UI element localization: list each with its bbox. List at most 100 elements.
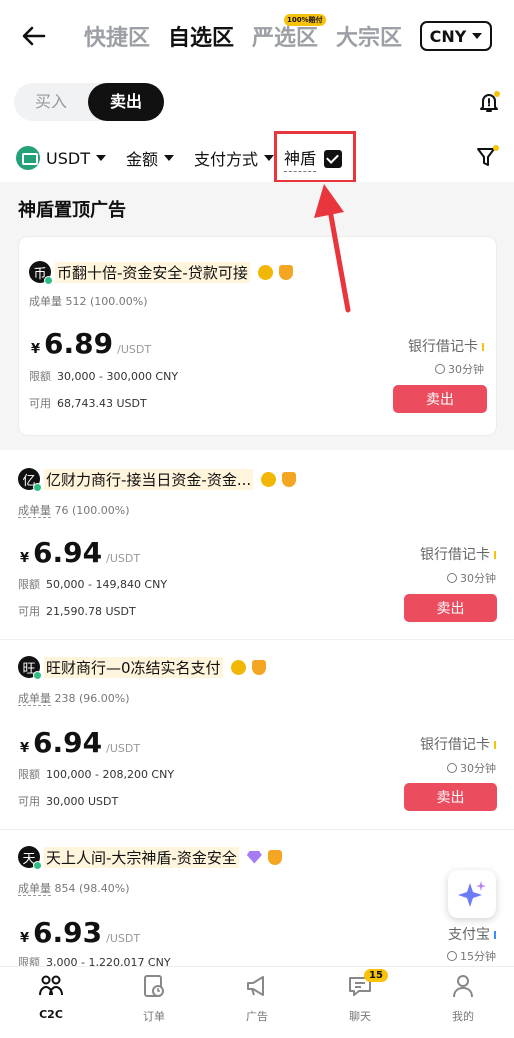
avatar: 币 xyxy=(29,261,53,285)
c2c-icon xyxy=(39,975,63,996)
unread-badge: 15 xyxy=(364,969,388,982)
stats-value: 238 (96.00%) xyxy=(54,692,130,705)
ai-assistant-button[interactable] xyxy=(448,870,496,918)
sell-button[interactable]: 卖出 xyxy=(404,783,497,811)
currency-selector[interactable]: CNY xyxy=(420,21,492,51)
limit-row: 限额 100,000 - 208,200 CNY xyxy=(18,766,174,782)
order-stats: 成单量 854 (98.40%) xyxy=(18,880,130,896)
price-unit: /USDT xyxy=(106,552,141,565)
tab-strict[interactable]: 严选区 100%赔付 xyxy=(252,14,326,52)
top-bar: 快捷区 自选区 严选区 100%赔付 大宗区 CNY xyxy=(0,0,514,72)
merchant-name: 币翻十倍-资金安全-贷款可接 xyxy=(55,261,250,283)
funnel-filter-icon[interactable] xyxy=(474,144,500,170)
order-icon xyxy=(144,975,164,997)
avatar: 旺 xyxy=(18,656,42,680)
tab-bulk[interactable]: 大宗区 xyxy=(336,20,402,52)
shield-badge-icon xyxy=(282,471,297,487)
tab-strict-label: 严选区 xyxy=(252,26,319,51)
available-value: 30,000 USDT xyxy=(46,795,119,808)
merchant-row[interactable]: 亿 亿财力商行-接当日资金-资金... xyxy=(18,468,297,492)
stats-label: 成单量 xyxy=(18,504,51,518)
amount-filter[interactable]: 金额 xyxy=(126,146,174,170)
payment-time-value: 30分钟 xyxy=(448,363,484,376)
limit-row: 限额 30,000 - 300,000 CNY xyxy=(29,368,178,384)
shield-filter[interactable]: 神盾 xyxy=(284,145,343,172)
currency-symbol: ¥ xyxy=(20,931,30,946)
currency-symbol: ¥ xyxy=(20,551,30,566)
tab-selected[interactable]: 自选区 xyxy=(168,20,234,52)
merchant-row[interactable]: 币 币翻十倍-资金安全-贷款可接 xyxy=(29,261,293,285)
available-value: 21,590.78 USDT xyxy=(46,605,136,618)
profile-icon xyxy=(453,975,473,998)
nav-ads[interactable]: 广告 xyxy=(217,973,297,1024)
payment-color-bar xyxy=(482,343,484,351)
ad-card[interactable]: 旺 旺财商行—0冻结实名支付 成单量 238 (96.00%) ¥ 6.94 /… xyxy=(0,640,514,828)
order-stats: 成单量 76 (100.00%) xyxy=(18,502,130,518)
merchant-row[interactable]: 旺 旺财商行—0冻结实名支付 xyxy=(18,656,266,680)
payment-method-label: 银行借记卡 xyxy=(408,339,478,355)
stats-value: 854 (98.40%) xyxy=(54,882,130,895)
caret-down-icon xyxy=(472,33,483,39)
nav-label: 我的 xyxy=(452,1010,474,1023)
payment-time-value: 30分钟 xyxy=(460,572,496,585)
payment-filter[interactable]: 支付方式 xyxy=(194,146,274,170)
nav-profile[interactable]: 我的 xyxy=(423,973,503,1024)
payment-time-value: 15分钟 xyxy=(460,950,496,963)
price-value: 6.89 xyxy=(44,327,114,360)
coin-filter[interactable]: USDT xyxy=(16,146,106,170)
tab-quick[interactable]: 快捷区 xyxy=(84,20,150,52)
limit-value: 3,000 - 1,220,017 CNY xyxy=(46,956,171,966)
nav-orders[interactable]: 订单 xyxy=(114,973,194,1024)
payment-label: 支付方式 xyxy=(193,150,258,169)
payment-color-bar xyxy=(494,551,496,559)
nav-label: 广告 xyxy=(246,1010,268,1023)
limit-label: 限额 xyxy=(29,370,51,383)
currency-symbol: ¥ xyxy=(31,342,41,357)
online-dot xyxy=(33,861,42,870)
online-dot xyxy=(33,671,42,680)
clock-icon xyxy=(447,763,457,773)
sell-option[interactable]: 卖出 xyxy=(88,83,164,121)
clock-icon xyxy=(447,573,457,583)
payment-time: 15分钟 xyxy=(447,948,496,964)
ad-card[interactable]: 亿 亿财力商行-接当日资金-资金... 成单量 76 (100.00%) ¥ 6… xyxy=(0,450,514,638)
back-arrow-icon[interactable] xyxy=(20,22,48,50)
payment-method: 银行借记卡 xyxy=(420,734,496,754)
available-value: 68,743.43 USDT xyxy=(57,397,147,410)
zone-tabs: 快捷区 自选区 严选区 100%赔付 大宗区 xyxy=(84,14,402,52)
clock-icon xyxy=(447,951,457,961)
ad-card[interactable]: 天 天上人间-大宗神盾-资金安全 成单量 854 (98.40%) ¥ 6.93… xyxy=(0,830,514,966)
nav-label: 聊天 xyxy=(349,1010,371,1023)
stats-label: 成单量 xyxy=(29,295,62,308)
annotation-arrow xyxy=(314,184,351,313)
payment-time: 30分钟 xyxy=(447,760,496,776)
currency-symbol: ¥ xyxy=(20,741,30,756)
payment-time: 30分钟 xyxy=(435,361,484,377)
nav-label: 订单 xyxy=(143,1010,165,1023)
featured-ad-card[interactable]: 币 币翻十倍-资金安全-贷款可接 成单量 512 (100.00%) ¥ 6.8… xyxy=(18,236,497,436)
available-row: 可用 21,590.78 USDT xyxy=(18,603,136,619)
bell-icon[interactable] xyxy=(477,90,501,114)
sparkle-icon xyxy=(458,881,486,907)
limit-label: 限额 xyxy=(18,956,40,966)
merchant-row[interactable]: 天 天上人间-大宗神盾-资金安全 xyxy=(18,846,282,870)
sell-button[interactable]: 卖出 xyxy=(393,385,487,413)
nav-chat[interactable]: 15 聊天 xyxy=(320,969,400,1024)
merchant-name: 天上人间-大宗神盾-资金安全 xyxy=(44,846,239,868)
currency-label: CNY xyxy=(429,26,467,46)
online-dot xyxy=(44,276,53,285)
compensation-badge: 100%赔付 xyxy=(284,14,326,26)
limit-row: 限额 3,000 - 1,220,017 CNY xyxy=(18,954,171,966)
payment-color-bar xyxy=(494,741,496,749)
price-unit: /USDT xyxy=(117,343,152,356)
limit-label: 限额 xyxy=(18,768,40,781)
sell-button[interactable]: 卖出 xyxy=(404,594,497,622)
payment-method: 银行借记卡 xyxy=(408,336,484,356)
nav-c2c[interactable]: C2C xyxy=(11,973,91,1021)
shield-badge-icon xyxy=(267,849,282,865)
available-row: 可用 68,743.43 USDT xyxy=(29,395,147,411)
price-unit: /USDT xyxy=(106,932,141,945)
buy-option[interactable]: 买入 xyxy=(14,83,88,121)
limit-label: 限额 xyxy=(18,578,40,591)
shield-checkbox[interactable] xyxy=(324,149,343,168)
